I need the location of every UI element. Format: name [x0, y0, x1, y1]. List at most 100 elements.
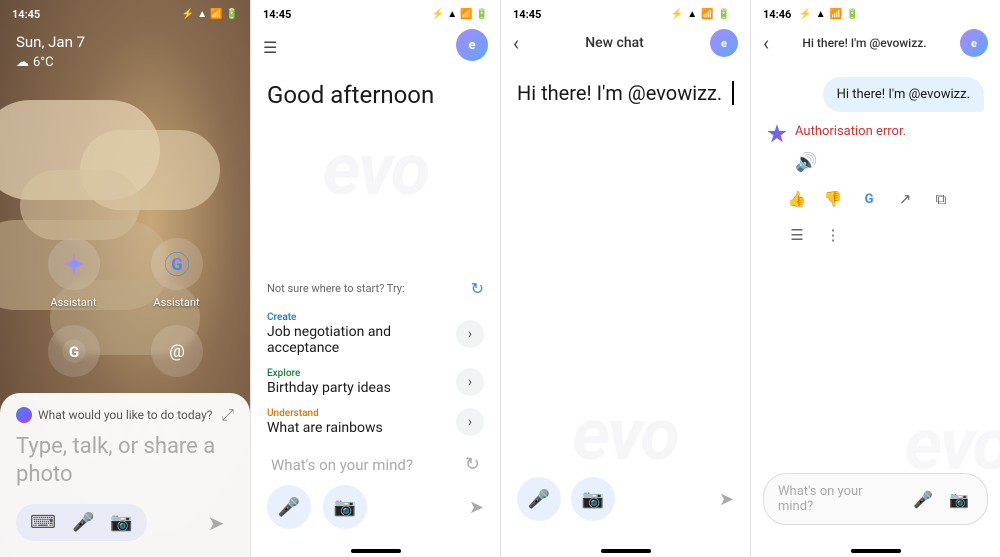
assistant-star-svg	[60, 250, 88, 278]
sound-icon[interactable]: 🔊	[795, 152, 817, 173]
status-bar-home: 14:45 ⚡ ▲ 📶 🔋	[0, 0, 250, 25]
expand-icon[interactable]: ⤢	[221, 405, 234, 425]
ai-error-text: Authorisation error.	[795, 124, 906, 144]
signal-icon-2: 📶	[460, 9, 472, 20]
suggestion-item-3[interactable]: Understand What are rainbows ›	[251, 402, 500, 442]
thumbs-down-icon[interactable]: 👎	[819, 185, 847, 213]
action-pill[interactable]: ⌨ 🎤 📷	[16, 504, 147, 541]
assistant-bar[interactable]: What would you like to do today? ⤢ Type,…	[0, 393, 250, 557]
list-icon[interactable]: ☰	[783, 221, 811, 249]
bottom-input-4[interactable]: What's on your mind? 🎤 📷	[763, 473, 988, 525]
camera-btn-3[interactable]: 📷	[571, 477, 615, 521]
suggestion-text-1: Job negotiation and acceptance	[267, 324, 448, 356]
assistant-hint-row: What would you like to do today? ⤢	[16, 405, 234, 425]
suggestion-arrow-2[interactable]: ›	[456, 368, 484, 396]
response-nav: ‹ Hi there! I'm @evowizz. e	[751, 25, 1000, 65]
weather-display: ☁ 6°C	[16, 55, 234, 70]
mic-btn-2[interactable]: 🎤	[267, 485, 311, 529]
date-text: Sun, Jan 7	[16, 33, 234, 51]
newchat-title: New chat	[527, 35, 702, 51]
gemini-icon	[16, 407, 32, 423]
avatar-afternoon[interactable]: e	[456, 29, 488, 61]
suggestion-item-1[interactable]: Create Job negotiation and acceptance ›	[251, 306, 500, 362]
copy-icon[interactable]: ⧉	[927, 185, 955, 213]
suggestion-3-content: Understand What are rainbows	[267, 408, 448, 436]
avatar-response[interactable]: e	[960, 29, 988, 57]
wifi-icon-2: ▲	[447, 9, 457, 20]
suggestion-text-2: Birthday party ideas	[267, 380, 448, 396]
threads-icon-item[interactable]: @	[133, 325, 220, 383]
evo-area: evo	[251, 117, 500, 199]
home-time: 14:45	[12, 8, 40, 21]
camera-btn-2[interactable]: 📷	[323, 485, 367, 529]
threads-circle[interactable]: @	[151, 325, 203, 377]
share-icon[interactable]: ↗	[891, 185, 919, 213]
response-header-title: Hi there! I'm @evowizz.	[777, 36, 952, 50]
time-newchat: 14:45	[513, 8, 541, 21]
assistant-star-icon-item[interactable]: Assistant	[30, 238, 117, 309]
input-placeholder-4[interactable]: What's on your mind?	[778, 484, 901, 514]
send-button-home[interactable]: ➤	[198, 505, 234, 541]
mic-btn-4[interactable]: 🎤	[909, 485, 937, 513]
input-placeholder-2[interactable]: What's on your mind?	[271, 456, 457, 474]
assistant-g-svg: G	[163, 250, 191, 278]
more-icon[interactable]: ⋮	[819, 221, 847, 249]
suggestions-label-text: Not sure where to start? Try:	[267, 282, 405, 295]
response-body: Hi there! I'm @evowizz. Authorisation er…	[751, 65, 1000, 473]
loading-icon: ↻	[465, 454, 480, 475]
back-arrow-3[interactable]: ‹	[513, 31, 519, 55]
suggestion-1-content: Create Job negotiation and acceptance	[267, 312, 448, 356]
assistant-placeholder[interactable]: Type, talk, or share a photo	[16, 433, 234, 490]
signal-3: 📶	[701, 9, 713, 20]
assistant-star-label: Assistant	[50, 296, 96, 309]
wifi-icon: ▲	[197, 9, 207, 20]
keyboard-icon[interactable]: ⌨	[30, 512, 56, 533]
hamburger-icon[interactable]: ☰	[263, 38, 277, 57]
suggestion-2-content: Explore Birthday party ideas	[267, 368, 448, 396]
bt-3: ⚡	[671, 9, 683, 20]
google-g-icon[interactable]: G	[855, 185, 883, 213]
suggestions-label: Not sure where to start? Try: ↻	[251, 279, 500, 306]
home-app-icons: Assistant G Assistant G	[0, 238, 250, 383]
assistant-hint-text: What would you like to do today?	[38, 408, 215, 422]
time-response: 14:46	[763, 8, 791, 21]
battery-3: 🔋	[718, 9, 730, 20]
assistant-star-circle[interactable]	[48, 238, 100, 290]
mic-btn-3[interactable]: 🎤	[517, 477, 561, 521]
panel-home: evo 14:45 ⚡ ▲ 📶 🔋 Sun, Jan 7 ☁ 6°C Assis…	[0, 0, 250, 557]
panel-new-chat-wrap: 14:45 ⚡ ▲ 📶 🔋 ‹ New chat e Hi there! I'm…	[500, 0, 750, 557]
mic-icon[interactable]: 🎤	[72, 512, 94, 533]
back-arrow-4[interactable]: ‹	[763, 31, 769, 55]
time-afternoon: 14:45	[263, 8, 291, 21]
camera-btn-4[interactable]: 📷	[945, 485, 973, 513]
wifi-3: ▲	[687, 9, 697, 20]
svg-text:@: @	[169, 342, 185, 362]
thumbs-up-icon[interactable]: 👍	[783, 185, 811, 213]
assistant-g-label: Assistant	[153, 296, 199, 309]
suggestion-item-2[interactable]: Explore Birthday party ideas ›	[251, 362, 500, 402]
google-icon-item[interactable]: G	[30, 325, 117, 383]
google-circle[interactable]: G	[48, 325, 100, 377]
threads-svg: @	[163, 337, 191, 365]
avatar-newchat[interactable]: e	[710, 29, 738, 57]
panel-good-afternoon: 14:45 ⚡ ▲ 📶 🔋 ☰ e Good afternoon evo Not…	[250, 0, 500, 557]
bt-4: ⚡	[799, 9, 811, 20]
user-message-typing: Hi there! I'm @evowizz.	[517, 81, 734, 105]
send-btn-3[interactable]: ➤	[719, 489, 734, 510]
assistant-g-circle[interactable]: G	[151, 238, 203, 290]
google-svg: G	[60, 337, 88, 365]
suggestion-tag-explore: Explore	[267, 368, 448, 379]
bluetooth-icon: ⚡	[182, 9, 194, 20]
cloud-icon: ☁	[16, 55, 29, 70]
panel-response-wrap: 14:46 ⚡ ▲ 📶 🔋 ‹ Hi there! I'm @evowizz. …	[750, 0, 1000, 557]
top-bar-afternoon: 14:45 ⚡ ▲ 📶 🔋	[251, 0, 500, 25]
suggestion-text-3: What are rainbows	[267, 420, 448, 436]
suggestion-arrow-3[interactable]: ›	[456, 408, 484, 436]
suggestion-arrow-1[interactable]: ›	[456, 320, 484, 348]
status-icons-home: ⚡ ▲ 📶 🔋	[182, 9, 238, 20]
camera-icon[interactable]: 📷	[110, 512, 132, 533]
assistant-g-icon-item[interactable]: G Assistant	[133, 238, 220, 309]
svg-text:G: G	[68, 343, 78, 361]
send-btn-2[interactable]: ➤	[469, 497, 484, 518]
refresh-icon[interactable]: ↻	[471, 279, 484, 298]
